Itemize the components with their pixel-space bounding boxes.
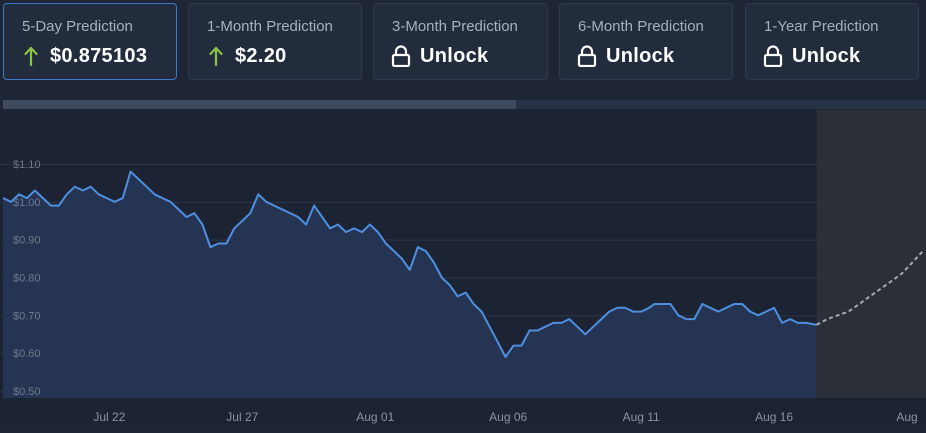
lock-icon bbox=[576, 44, 598, 68]
arrow-up-icon bbox=[205, 44, 227, 68]
x-tick-label: Aug 06 bbox=[489, 410, 527, 424]
x-tick-label: Jul 27 bbox=[226, 410, 258, 424]
chart-fills bbox=[3, 110, 926, 398]
y-tick-label: $1.10 bbox=[13, 159, 41, 171]
x-axis-labels: Jul 22 Jul 27 Aug 01 Aug 06 Aug 11 Aug 16 Aug bbox=[93, 410, 917, 424]
prediction-card-5-day[interactable]: 5-Day Prediction $0.875103 bbox=[3, 3, 177, 80]
prediction-card-1-month[interactable]: 1-Month Prediction $2.20 bbox=[188, 3, 362, 80]
y-tick-label: $0.70 bbox=[13, 310, 41, 322]
card-label: 1-Year Prediction bbox=[764, 18, 879, 35]
prediction-cards: 5-Day Prediction $0.875103 1-Month Predi… bbox=[0, 0, 926, 84]
x-tick-label: Aug 11 bbox=[623, 410, 660, 424]
card-value: $2.20 bbox=[235, 44, 287, 67]
price-chart: $1.10 $1.00 $0.90 $0.80 $0.70 $0.60 $0.50 Jul … bbox=[0, 110, 926, 428]
card-label: 5-Day Prediction bbox=[22, 18, 133, 35]
prediction-card-1-year[interactable]: 1-Year Prediction Unlock bbox=[745, 3, 919, 80]
card-value: Unlock bbox=[606, 44, 675, 67]
card-label: 6-Month Prediction bbox=[578, 18, 704, 35]
prediction-area bbox=[816, 110, 926, 398]
lock-icon bbox=[762, 44, 784, 68]
card-label: 1-Month Prediction bbox=[207, 18, 333, 35]
arrow-up-icon bbox=[20, 44, 42, 68]
y-tick-label: $0.60 bbox=[13, 348, 41, 360]
prediction-card-6-month[interactable]: 6-Month Prediction Unlock bbox=[559, 3, 733, 80]
card-value: Unlock bbox=[792, 44, 861, 67]
x-tick-label: Aug 16 bbox=[755, 410, 793, 424]
x-tick-label: Aug bbox=[896, 410, 917, 424]
prediction-card-3-month[interactable]: 3-Month Prediction Unlock bbox=[373, 3, 548, 80]
lock-icon bbox=[390, 44, 412, 68]
y-tick-label: $0.90 bbox=[13, 235, 41, 247]
x-tick-label: Jul 22 bbox=[93, 410, 125, 424]
y-tick-label: $0.50 bbox=[13, 386, 41, 398]
price-chart-svg: $1.10$1.00$0.90$0.80$0.70$0.60$0.50 Jul … bbox=[0, 110, 926, 424]
card-value: Unlock bbox=[420, 44, 489, 67]
card-label: 3-Month Prediction bbox=[392, 18, 518, 35]
historical-area bbox=[3, 171, 817, 398]
chart-scrollbar-thumb[interactable] bbox=[3, 100, 516, 109]
card-value: $0.875103 bbox=[50, 44, 148, 67]
y-tick-label: $0.80 bbox=[13, 273, 41, 285]
x-tick-label: Aug 01 bbox=[356, 410, 394, 424]
chart-scrollbar[interactable] bbox=[3, 100, 926, 109]
